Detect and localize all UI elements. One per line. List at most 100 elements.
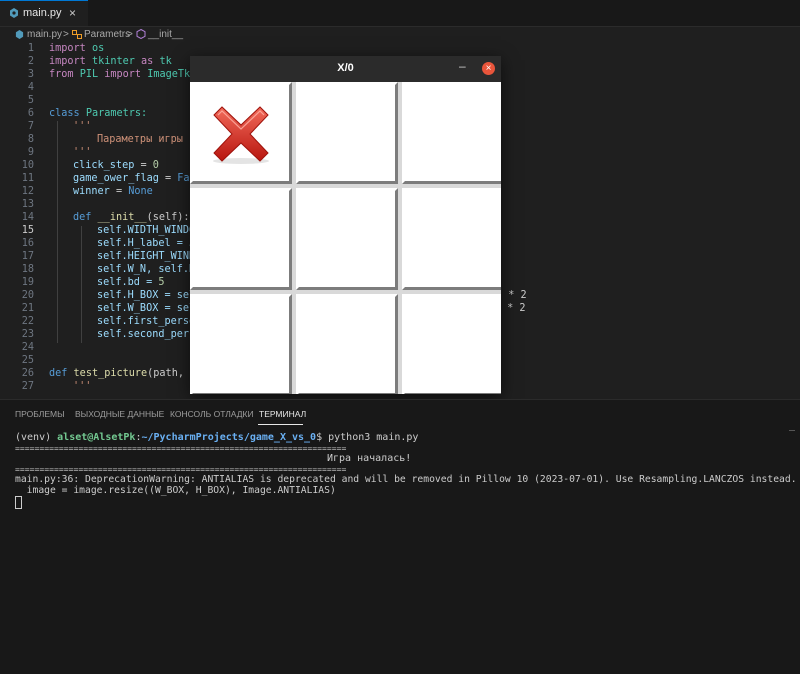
breadcrumb-class[interactable]: Parametrs <box>84 29 130 40</box>
code-token: 0 <box>152 160 159 171</box>
line-number: 23 <box>21 329 34 340</box>
python-file-icon <box>15 30 24 39</box>
board-cell-6[interactable] <box>402 188 501 290</box>
line-number: 15 <box>21 225 34 236</box>
code-token: ''' <box>73 121 92 132</box>
code-token: import <box>104 69 142 80</box>
terminal-rule: ========================================… <box>15 443 347 453</box>
bottom-panel: ПРОБЛЕМЫ ВЫХОДНЫЕ ДАННЫЕ КОНСОЛЬ ОТЛАДКИ… <box>0 399 800 674</box>
code-token: __init__ <box>97 212 147 223</box>
line-number: 10 <box>21 160 34 171</box>
code-token: test_picture <box>73 368 148 379</box>
breadcrumb-separator: > <box>63 29 69 40</box>
line-number: 24 <box>21 342 34 353</box>
method-icon <box>136 29 146 39</box>
terminal-warning-code: image = image.resize((W_BOX, H_BOX), Ima… <box>15 485 336 496</box>
breadcrumb-method[interactable]: __init__ <box>148 29 183 40</box>
board-cell-5[interactable] <box>296 188 398 290</box>
python-file-icon <box>10 8 18 18</box>
line-number: 25 <box>21 355 34 366</box>
code-token: self.WIDTH_WINDO <box>97 225 196 236</box>
line-number: 3 <box>27 69 34 80</box>
line-number: 2 <box>27 56 34 67</box>
line-number: 27 <box>21 381 34 392</box>
terminal-cursor[interactable] <box>15 496 22 509</box>
line-number: 18 <box>21 264 34 275</box>
code-token: self.W_BOX = sel <box>97 303 196 314</box>
code-token: self.HEIGHT_WIND <box>97 251 196 262</box>
code-token: import <box>49 43 86 54</box>
code-token: (self): <box>146 212 190 223</box>
tab-output[interactable]: ВЫХОДНЫЕ ДАННЫЕ <box>75 409 164 419</box>
line-number: 4 <box>27 82 34 93</box>
tab-main-py[interactable]: main.py × <box>0 0 88 26</box>
code-token: self.H_BOX = sel <box>97 290 196 301</box>
code-token: def <box>49 368 68 379</box>
code-token: None <box>128 186 153 197</box>
code-token: self.first_perso <box>97 316 196 327</box>
editor-tab-bar: main.py × <box>0 0 800 27</box>
code-token: 5 <box>158 277 165 288</box>
line-number: 19 <box>21 277 34 288</box>
window-title: X/0 <box>337 62 354 74</box>
breadcrumb: main.py > Parametrs > __init__ <box>0 27 800 43</box>
code-token: tkinter <box>91 56 135 67</box>
line-number: 17 <box>21 251 34 262</box>
tab-label: main.py <box>23 7 62 19</box>
code-token: tk <box>159 56 172 67</box>
code-token: = <box>109 186 129 197</box>
breadcrumb-file[interactable]: main.py <box>27 29 62 40</box>
code-token: click_step <box>73 160 135 171</box>
line-number: 16 <box>21 238 34 249</box>
indent-guide <box>81 226 82 343</box>
tab-close-icon[interactable]: × <box>69 6 76 20</box>
board-cell-2[interactable] <box>296 82 398 184</box>
line-number: 20 <box>21 290 34 301</box>
code-token: ''' <box>73 147 92 158</box>
window-titlebar[interactable]: X/0 – × <box>190 56 501 82</box>
code-token: self.second_pers <box>97 329 196 340</box>
code-token: self.bd = <box>97 277 159 288</box>
line-number: 14 <box>21 212 34 223</box>
tab-terminal[interactable]: ТЕРМИНАЛ <box>259 409 306 419</box>
breadcrumb-separator: > <box>127 29 133 40</box>
code-token: as <box>141 56 154 67</box>
line-number: 12 <box>21 186 34 197</box>
code-token: self.H_label = 5 <box>97 238 196 249</box>
board-cell-8[interactable] <box>296 294 398 394</box>
board-cell-4[interactable] <box>190 188 292 290</box>
line-number: 5 <box>27 95 34 106</box>
active-tab-indicator <box>258 424 303 425</box>
code-token: (path, W <box>147 368 197 379</box>
board-cell-7[interactable] <box>190 294 292 394</box>
code-token: ''' <box>73 381 92 392</box>
board-cell-1[interactable] <box>190 82 292 184</box>
code-token: Parametrs: <box>85 108 148 119</box>
game-board <box>190 82 501 394</box>
line-number: 11 <box>21 173 34 184</box>
minimize-icon[interactable]: – <box>459 59 466 73</box>
board-cell-9[interactable] <box>402 294 501 394</box>
line-number: 7 <box>27 121 34 132</box>
line-number: 8 <box>27 134 34 145</box>
line-number: 9 <box>27 147 34 158</box>
code-token: self.W_N, self.H <box>97 264 196 275</box>
code-token: ImageTk, <box>147 69 197 80</box>
code-token: winner <box>73 186 110 197</box>
line-number: 13 <box>21 199 34 210</box>
code-token: from <box>49 69 74 80</box>
line-number: 1 <box>27 43 34 54</box>
game-window: X/0 – × <box>190 56 501 394</box>
tab-debug-console[interactable]: КОНСОЛЬ ОТЛАДКИ <box>170 409 254 419</box>
code-token: def <box>73 212 92 223</box>
code-token: Параметры игры <box>97 134 183 145</box>
tab-problems[interactable]: ПРОБЛЕМЫ <box>15 409 65 419</box>
code-token: = <box>158 173 178 184</box>
code-token: = <box>134 160 153 171</box>
code-token: import <box>49 56 86 67</box>
close-icon[interactable]: × <box>482 62 495 75</box>
class-icon <box>72 30 82 39</box>
board-cell-3[interactable] <box>402 82 501 184</box>
code-token: game_ower_flag <box>73 173 159 184</box>
line-number: 26 <box>21 368 34 379</box>
